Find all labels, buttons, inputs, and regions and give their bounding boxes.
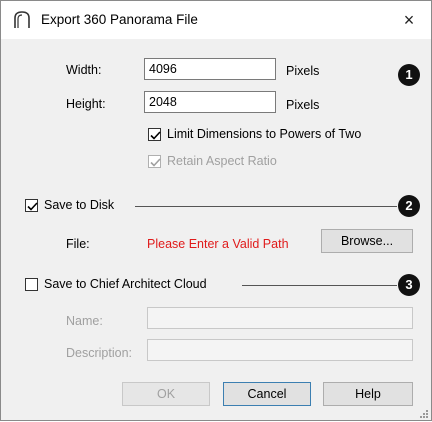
retain-aspect-checkbox[interactable] xyxy=(148,155,161,168)
height-input[interactable] xyxy=(144,91,276,113)
section-divider xyxy=(242,285,397,286)
checkmark-icon xyxy=(150,131,161,140)
description-label: Description: xyxy=(66,346,132,360)
limit-powers-label: Limit Dimensions to Powers of Two xyxy=(167,127,362,141)
dialog-title: Export 360 Panorama File xyxy=(41,12,198,27)
close-button[interactable]: × xyxy=(396,8,422,32)
height-label: Height: xyxy=(66,97,106,111)
width-unit: Pixels xyxy=(286,64,320,78)
save-to-disk-label: Save to Disk xyxy=(44,198,115,212)
resize-grip-icon[interactable] xyxy=(419,408,429,418)
browse-button[interactable]: Browse... xyxy=(321,229,413,253)
limit-powers-checkbox[interactable] xyxy=(148,128,161,141)
callout-3-badge: 3 xyxy=(398,274,420,296)
save-to-cloud-label: Save to Chief Architect Cloud xyxy=(44,277,207,291)
description-input[interactable] xyxy=(147,339,413,361)
height-unit: Pixels xyxy=(286,98,320,112)
file-label: File: xyxy=(66,237,90,251)
width-input[interactable] xyxy=(144,58,276,80)
callout-2-badge: 2 xyxy=(398,195,420,217)
chief-architect-arch-icon xyxy=(12,10,32,30)
title-bar: Export 360 Panorama File × xyxy=(1,1,431,39)
help-button[interactable]: Help xyxy=(323,382,413,406)
name-label: Name: xyxy=(66,314,103,328)
callout-1-badge: 1 xyxy=(398,64,420,86)
export-panorama-dialog: Export 360 Panorama File × Width: Pixels… xyxy=(0,0,432,421)
ok-button[interactable]: OK xyxy=(122,382,210,406)
retain-aspect-label: Retain Aspect Ratio xyxy=(167,154,277,168)
checkmark-icon xyxy=(27,202,38,211)
name-input[interactable] xyxy=(147,307,413,329)
save-to-cloud-checkbox[interactable] xyxy=(25,278,38,291)
cancel-button[interactable]: Cancel xyxy=(223,382,311,406)
section-divider xyxy=(135,206,397,207)
width-label: Width: xyxy=(66,63,102,77)
checkmark-icon xyxy=(150,158,161,167)
save-to-disk-checkbox[interactable] xyxy=(25,199,38,212)
file-path-error: Please Enter a Valid Path xyxy=(147,237,289,251)
